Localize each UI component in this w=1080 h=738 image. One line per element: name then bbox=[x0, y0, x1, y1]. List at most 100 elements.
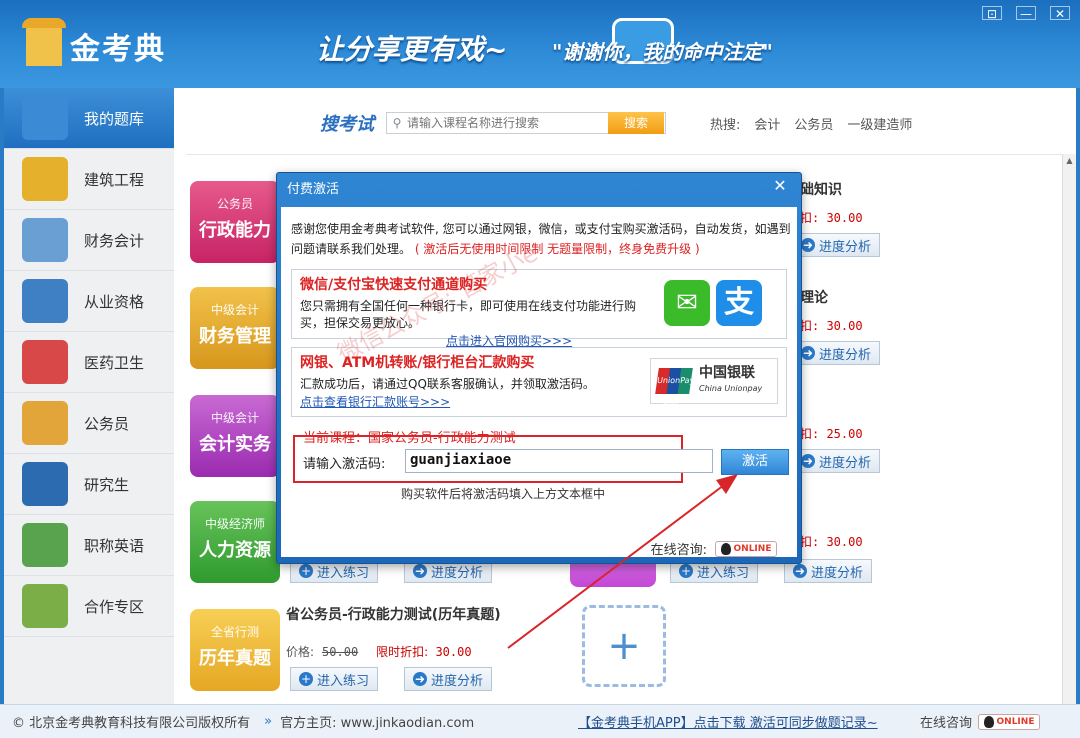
sidebar-item[interactable]: 职称英语 bbox=[4, 515, 174, 576]
sidebar-item-label: 合作专区 bbox=[84, 597, 145, 616]
arrow-circle-icon: ➜ bbox=[413, 672, 427, 686]
add-course-button[interactable]: + bbox=[582, 605, 666, 687]
dialog-title: 付费激活 bbox=[287, 182, 340, 197]
search-bar: 搜考试 ⚲ 搜索 热搜: 会计 公务员 一级建造师 bbox=[320, 110, 912, 136]
progress-analysis-button[interactable]: ➜ 进度分析 bbox=[792, 449, 881, 473]
sidebar-item-label: 职称英语 bbox=[84, 536, 145, 555]
close-button[interactable]: ✕ bbox=[1050, 6, 1070, 21]
compass-map-icon bbox=[22, 584, 68, 628]
building-blocks-icon bbox=[22, 279, 68, 323]
card-title: 行政能力 bbox=[199, 220, 271, 241]
hot-term-accounting[interactable]: 会计 bbox=[754, 114, 780, 133]
panel-heading: 微信/支付宝快速支付通道购买 bbox=[300, 277, 488, 293]
status-bar: © 北京金考典教育科技有限公司版权所有 » 官方主页: www.jinkaodi… bbox=[0, 704, 1080, 738]
discount-label: 限时折扣: bbox=[376, 645, 429, 659]
qq-penguin-icon bbox=[720, 542, 731, 555]
discount-price: 扣: 30.00 bbox=[800, 211, 863, 225]
qq-badge-text: ONLINE bbox=[996, 716, 1035, 727]
button-label: 进入练习 bbox=[697, 565, 750, 581]
medical-kit-icon bbox=[22, 340, 68, 384]
activation-code-input[interactable]: guanjiaxiaoe bbox=[405, 449, 713, 473]
discount-price: 扣: 30.00 bbox=[800, 535, 863, 549]
logo-text: 金考典 bbox=[70, 32, 166, 67]
progress-analysis-button[interactable]: ➜ 进度分析 bbox=[792, 233, 881, 257]
arrow-circle-icon: ➜ bbox=[413, 564, 427, 578]
card-title: 人力资源 bbox=[199, 540, 271, 561]
hot-term-civil-servant[interactable]: 公务员 bbox=[794, 114, 833, 133]
search-icon: ⚲ bbox=[392, 116, 402, 130]
sidebar: 我的题库建筑工程财务会计从业资格医药卫生 公务员 研究生职称英语合作专区 bbox=[4, 88, 174, 704]
progress-analysis-button[interactable]: ➜ 进度分析 bbox=[792, 341, 881, 365]
scrollbar[interactable]: ▲ bbox=[1062, 154, 1076, 704]
footer-online-consult[interactable]: 在线咨询 ONLINE bbox=[920, 712, 1040, 731]
sidebar-item-label: 财务会计 bbox=[84, 231, 145, 250]
unionpay-label-cn: 中国银联 bbox=[699, 365, 755, 381]
qq-online-button[interactable]: ONLINE bbox=[715, 540, 777, 557]
dialog-intro: 感谢您使用金考典考试软件, 您可以通过网银，微信，或支付宝购买激活码，自动发货，… bbox=[291, 219, 791, 259]
sidebar-item[interactable]: 合作专区 bbox=[4, 576, 174, 637]
button-label: 进入练习 bbox=[317, 673, 370, 689]
intro-warning: ( 激活后无使用时间限制 无题量限制，终身免费升级 ) bbox=[414, 242, 700, 256]
button-label: 进度分析 bbox=[811, 565, 864, 581]
discount-price: 扣: 25.00 bbox=[800, 427, 863, 441]
alipay-icon: 支 bbox=[716, 280, 762, 326]
qq-badge-text: ONLINE bbox=[733, 543, 772, 554]
course-card[interactable]: 中级会计 财务管理 bbox=[190, 287, 280, 369]
chart-board-icon bbox=[22, 218, 68, 262]
course-card[interactable]: 中级经济师 人力资源 bbox=[190, 501, 280, 583]
button-label: 进入练习 bbox=[317, 565, 370, 581]
price-label: 价格: bbox=[286, 645, 315, 659]
course-card[interactable]: 公务员 行政能力 bbox=[190, 181, 280, 263]
footer-online-label: 在线咨询 bbox=[919, 716, 972, 731]
book-pen-icon bbox=[22, 96, 68, 140]
sidebar-item[interactable]: 我的题库 bbox=[4, 88, 174, 149]
app-download-link[interactable]: 【金考典手机APP】点击下载 激活可同步做题记录~ bbox=[578, 712, 878, 731]
activate-button[interactable]: 激活 bbox=[721, 449, 789, 475]
sidebar-item[interactable]: 研究生 bbox=[4, 454, 174, 515]
scroll-up-icon[interactable]: ▲ bbox=[1065, 156, 1074, 174]
course-price: 价格: 50.00 限时折扣: 30.00 bbox=[286, 643, 472, 660]
wechat-icon: ✉ bbox=[664, 280, 710, 326]
copyright: © 北京金考典教育科技有限公司版权所有 bbox=[12, 716, 251, 731]
hot-term-constructor[interactable]: 一级建造师 bbox=[847, 114, 912, 133]
online-label: 在线咨询: bbox=[650, 543, 707, 558]
button-label: 进度分析 bbox=[819, 239, 872, 255]
sidebar-item[interactable]: 医药卫生 bbox=[4, 332, 174, 393]
card-title: 历年真题 bbox=[199, 648, 271, 669]
homepage-link[interactable]: 官方主页: www.jinkaodian.com bbox=[280, 712, 474, 731]
sidebar-item[interactable]: 财务会计 bbox=[4, 210, 174, 271]
sidebar-item-label: 建筑工程 bbox=[84, 170, 145, 189]
banner-slogan-secondary: "谢谢你，我的命中注定" bbox=[552, 40, 773, 64]
plus-circle-icon: + bbox=[299, 564, 313, 578]
minimize-button[interactable]: — bbox=[1016, 6, 1036, 21]
arrow-circle-icon: ➜ bbox=[793, 564, 807, 578]
original-price: 50.00 bbox=[322, 645, 359, 659]
dialog-close-button[interactable]: ✕ bbox=[769, 177, 791, 195]
course-title: 理论 bbox=[800, 290, 828, 306]
payment-activation-dialog: 付费激活 ✕ 感谢您使用金考典考试软件, 您可以通过网银，微信，或支付宝购买激活… bbox=[276, 172, 802, 564]
restore-button[interactable]: ⊡ bbox=[982, 6, 1002, 21]
course-title: 础知识 bbox=[800, 182, 842, 198]
sidebar-item-label: 我的题库 bbox=[84, 109, 145, 128]
arrow-circle-icon: ➜ bbox=[801, 346, 815, 360]
card-category: 全省行测 bbox=[210, 625, 259, 639]
card-category: 公务员 bbox=[216, 197, 253, 211]
card-title: 财务管理 bbox=[199, 326, 271, 347]
letter-a-plus-icon bbox=[22, 523, 68, 567]
card-category: 中级会计 bbox=[210, 411, 259, 425]
search-button[interactable]: 搜索 bbox=[608, 112, 664, 134]
layers-icon bbox=[22, 462, 68, 506]
hot-search-label: 热搜: bbox=[710, 117, 741, 133]
sidebar-item[interactable]: 从业资格 bbox=[4, 271, 174, 332]
qq-online-badge[interactable]: ONLINE bbox=[978, 713, 1040, 730]
practice-button[interactable]: + 进入练习 bbox=[290, 667, 379, 691]
course-card[interactable]: 全省行测 历年真题 bbox=[190, 609, 280, 691]
sidebar-item-label: 从业资格 bbox=[84, 292, 145, 311]
sidebar-item[interactable]: 建筑工程 bbox=[4, 149, 174, 210]
course-card[interactable]: 中级会计 会计实务 bbox=[190, 395, 280, 477]
button-label: 进度分析 bbox=[431, 565, 484, 581]
title-bar: 金考典 让分享更有戏~ "谢谢你，我的命中注定" ⊡ — ✕ bbox=[0, 0, 1080, 88]
progress-analysis-button[interactable]: ➜ 进度分析 bbox=[404, 667, 493, 691]
sidebar-item[interactable]: 公务员 bbox=[4, 393, 174, 454]
app-logo: 金考典 bbox=[22, 18, 166, 68]
